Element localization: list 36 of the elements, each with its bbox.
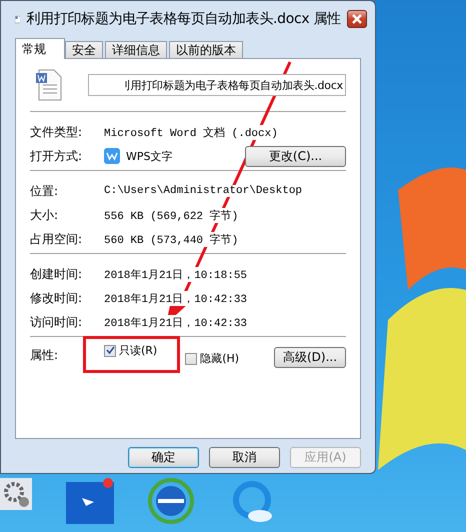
- field-label: 打开方式:: [30, 148, 84, 164]
- word-document-icon: [36, 69, 62, 101]
- field-value: 2018年1月21日，10:42:33: [104, 314, 248, 330]
- field-label: 创建时间:: [30, 266, 84, 282]
- checkmark-icon: [106, 346, 114, 355]
- field-value: 2018年1月21日，10:42:33: [104, 290, 248, 306]
- app-icon: [104, 148, 120, 164]
- gear-icon[interactable]: [0, 478, 32, 510]
- file-name-field[interactable]: 刂用打印标题为电子表格每页自动加表头.docx: [88, 74, 346, 96]
- field-value: C:\Users\Administrator\Desktop: [104, 185, 302, 197]
- advanced-button[interactable]: 高级(D)...: [274, 347, 346, 368]
- video-icon[interactable]: [66, 478, 114, 526]
- field-value: 2018年1月21日，10:18:55: [104, 266, 248, 282]
- dialog-button[interactable]: 取消: [209, 447, 280, 468]
- checkbox[interactable]: 隐藏(H): [185, 347, 240, 370]
- field-label: 属性:: [30, 347, 60, 364]
- field-value: Microsoft Word 文档 (.docx): [104, 124, 278, 140]
- app-name: WPS文字: [126, 148, 174, 164]
- tab[interactable]: 以前的版本: [169, 41, 243, 59]
- field-label: 位置:: [30, 182, 60, 200]
- field-label: 访问时间:: [30, 314, 84, 330]
- close-button[interactable]: [346, 10, 367, 28]
- close-icon: [350, 14, 363, 24]
- field-label: 文件类型:: [30, 124, 84, 140]
- field-label: 修改时间:: [30, 290, 84, 306]
- field-value: 556 KB (569,622 字节): [104, 208, 238, 222]
- dialog-button[interactable]: 确定: [128, 447, 199, 468]
- field-label: 大小:: [30, 206, 60, 224]
- tab[interactable]: 安全: [65, 41, 103, 59]
- tab[interactable]: 详细信息: [105, 41, 167, 59]
- window-title: 利用打印标题为电子表格每页自动加表头.docx 属性: [26, 10, 341, 28]
- tab[interactable]: 常规: [15, 38, 65, 59]
- field-label: 占用空间:: [30, 230, 84, 248]
- change-button[interactable]: 更改(C)...: [245, 146, 346, 166]
- field-value: 560 KB (573,440 字节): [104, 232, 238, 246]
- highlighted-checkbox[interactable]: 只读(R): [86, 339, 178, 370]
